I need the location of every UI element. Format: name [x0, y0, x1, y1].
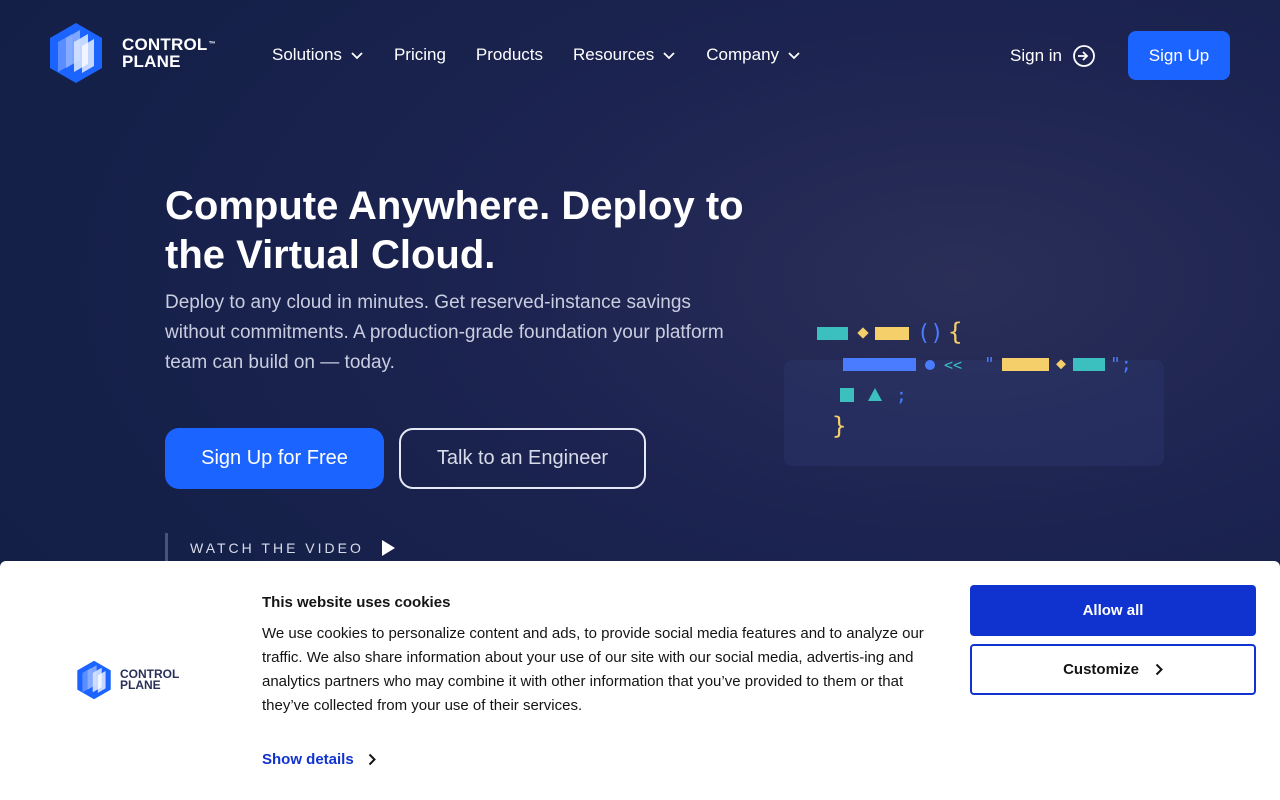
- svg-text:";: ";: [1110, 354, 1132, 375]
- customize-label: Customize: [1063, 661, 1139, 678]
- svg-text:(): (): [917, 321, 944, 346]
- allow-all-button[interactable]: Allow all: [970, 585, 1256, 636]
- nav-item-pricing[interactable]: Pricing: [394, 44, 446, 66]
- cookie-logo-text: CONTROL PLANE: [120, 667, 180, 692]
- nav-label: Solutions: [272, 45, 342, 64]
- cookie-title: This website uses cookies: [262, 594, 451, 611]
- code-illustration: () { << " "; ; }: [784, 310, 1164, 466]
- hero-title: Compute Anywhere. Deploy to the Virtual …: [165, 184, 744, 277]
- sign-up-free-button[interactable]: Sign Up for Free: [165, 428, 384, 489]
- sign-up-button[interactable]: Sign Up: [1128, 31, 1230, 80]
- show-details-link[interactable]: Show details: [262, 751, 376, 768]
- code-glyphs: () { << " "; ; }: [817, 318, 1132, 440]
- play-icon: [381, 540, 395, 556]
- nav-item-solutions[interactable]: Solutions: [272, 44, 364, 66]
- site-header: CONTROL™ PLANE Solutions Pricing Product…: [0, 0, 1280, 110]
- nav-item-products[interactable]: Products: [476, 44, 543, 66]
- watch-video-link[interactable]: WATCH THE VIDEO: [165, 533, 396, 563]
- nav-label: Resources: [573, 45, 655, 64]
- logo[interactable]: CONTROL™ PLANE: [48, 22, 216, 84]
- control-plane-logo-icon: [77, 660, 111, 700]
- talk-to-engineer-button[interactable]: Talk to an Engineer: [399, 428, 646, 489]
- control-plane-logo-icon: [50, 23, 102, 83]
- chevron-right-icon: [368, 753, 376, 766]
- svg-text:": ": [984, 354, 995, 375]
- sign-in-label: Sign in: [1010, 46, 1062, 65]
- nav-label: Products: [475, 45, 543, 64]
- hero-subtitle: Deploy to any cloud in minutes. Get rese…: [165, 292, 724, 373]
- sign-in-link[interactable]: Sign in: [1010, 44, 1096, 68]
- chevron-right-icon: [1155, 663, 1163, 676]
- svg-text:<<: <<: [944, 356, 962, 374]
- nav-label: Pricing: [393, 45, 446, 64]
- nav-item-resources[interactable]: Resources: [573, 44, 676, 66]
- cookie-banner: CONTROL PLANE This website uses cookies …: [0, 561, 1280, 800]
- cookie-description: We use cookies to personalize content an…: [262, 625, 924, 714]
- chevron-down-icon: [351, 52, 363, 60]
- svg-text:;: ;: [896, 385, 907, 406]
- logo-text: CONTROL™ PLANE: [122, 35, 216, 71]
- svg-text:}: }: [832, 412, 846, 440]
- cookie-logo: CONTROL PLANE: [76, 660, 179, 700]
- svg-text:{: {: [948, 318, 962, 346]
- watch-video-label: WATCH THE VIDEO: [190, 540, 364, 556]
- customize-button[interactable]: Customize: [970, 644, 1256, 695]
- main-nav: Solutions Pricing Products Resources Com…: [272, 44, 831, 66]
- chevron-down-icon: [788, 52, 800, 60]
- chevron-down-icon: [663, 52, 675, 60]
- nav-label: Company: [706, 45, 780, 64]
- sign-in-icon: [1073, 45, 1095, 67]
- show-details-label: Show details: [262, 751, 354, 768]
- nav-item-company[interactable]: Company: [706, 44, 801, 66]
